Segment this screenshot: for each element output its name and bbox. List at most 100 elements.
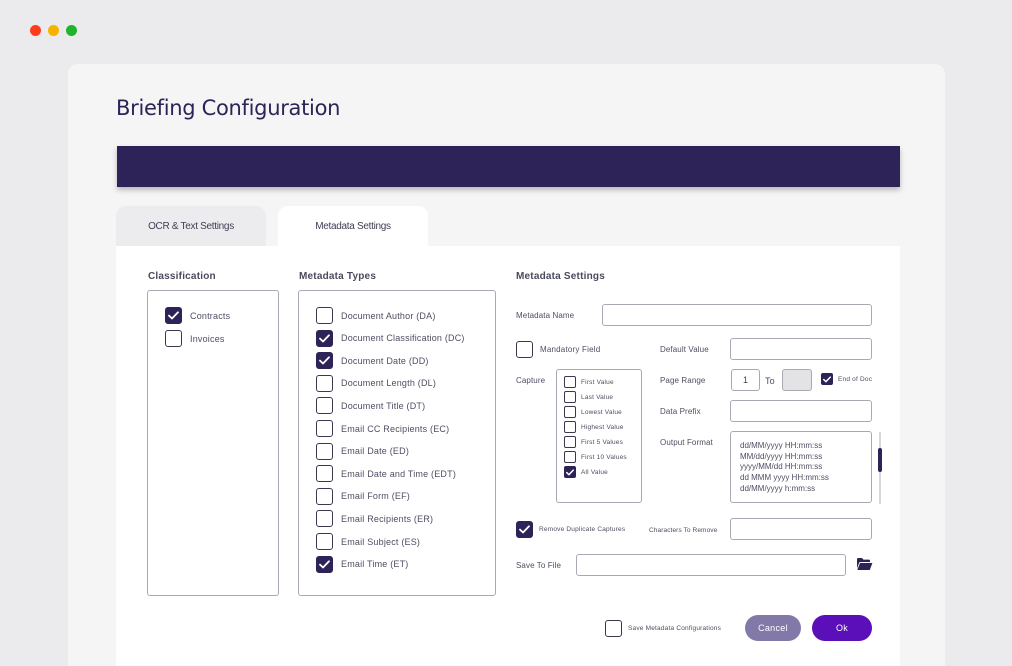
page-range-to-input[interactable] — [782, 369, 812, 391]
ok-button[interactable]: Ok — [812, 615, 872, 641]
metadata-type-item[interactable]: Email CC Recipients (EC) — [316, 420, 449, 437]
metadata-type-item[interactable]: Document Title (DT) — [316, 397, 426, 415]
metadata-type-item[interactable]: Email Date and Time (EDT) — [316, 465, 456, 483]
data-prefix-label: Data Prefix — [660, 407, 701, 416]
checkbox[interactable] — [564, 391, 576, 403]
metadata-type-item[interactable]: Document Length (DL) — [316, 374, 437, 392]
checkbox[interactable] — [564, 406, 576, 418]
tab-ocr-text-settings[interactable]: OCR & Text Settings — [116, 206, 266, 246]
default-value-label: Default Value — [660, 345, 709, 354]
remove-duplicates-checkbox-box[interactable] — [516, 521, 533, 538]
capture-option-item[interactable]: First 10 Values — [564, 451, 627, 463]
metadata-type-label: Email Date (ED) — [341, 446, 410, 457]
checkbox[interactable] — [316, 533, 333, 550]
metadata-name-label: Metadata Name — [516, 311, 575, 320]
metadata-types-title: Metadata Types — [299, 271, 377, 282]
save-to-file-input[interactable] — [576, 554, 846, 576]
checkbox[interactable] — [316, 555, 333, 573]
capture-option-label: First 10 Values — [581, 453, 627, 461]
checkbox[interactable] — [564, 466, 576, 478]
output-format-option[interactable]: yyyy/MM/dd HH:mm:ss — [740, 462, 871, 473]
checkbox[interactable] — [316, 420, 333, 437]
checkbox[interactable] — [316, 374, 333, 392]
capture-option-label: First Value — [581, 378, 614, 386]
page-range-to-label: To — [765, 376, 775, 386]
tab-metadata-settings[interactable]: Metadata Settings — [278, 206, 428, 246]
metadata-type-item[interactable]: Document Author (DA) — [316, 307, 436, 324]
capture-option-item[interactable]: Last Value — [564, 391, 613, 403]
characters-to-remove-input[interactable] — [730, 518, 872, 540]
maximize-window-dot[interactable] — [66, 25, 77, 36]
checkbox[interactable] — [165, 330, 182, 347]
data-prefix-input[interactable] — [730, 400, 872, 422]
capture-option-label: All Value — [581, 468, 608, 476]
checkbox[interactable] — [564, 376, 576, 388]
metadata-type-label: Email CC Recipients (EC) — [341, 423, 450, 434]
classification-label: Contracts — [190, 310, 231, 321]
capture-option-label: Highest Value — [581, 423, 624, 431]
save-to-file-label: Save To File — [516, 561, 562, 570]
minimize-window-dot[interactable] — [48, 25, 59, 36]
metadata-type-label: Document Classification (DC) — [341, 333, 465, 344]
page-range-label: Page Range — [660, 376, 706, 385]
capture-option-label: Last Value — [581, 393, 614, 401]
metadata-type-label: Document Author (DA) — [341, 310, 436, 321]
mandatory-field-checkbox[interactable]: Mandatory Field — [516, 341, 600, 358]
checkbox[interactable] — [316, 397, 333, 415]
close-window-dot[interactable] — [30, 25, 41, 36]
metadata-type-label: Document Title (DT) — [341, 400, 426, 411]
end-of-doc-checkbox[interactable]: End of Doc — [821, 373, 872, 385]
capture-option-item[interactable]: First 5 Values — [564, 436, 623, 448]
metadata-type-item[interactable]: Email Time (ET) — [316, 555, 409, 573]
metadata-type-item[interactable]: Email Recipients (ER) — [316, 510, 433, 528]
checkbox[interactable] — [564, 436, 576, 448]
capture-option-item[interactable]: Lowest Value — [564, 406, 622, 418]
metadata-type-item[interactable]: Document Date (DD) — [316, 352, 429, 370]
output-format-option[interactable]: dd MMM yyyy HH:mm:ss — [740, 473, 871, 484]
metadata-type-label: Email Subject (ES) — [341, 536, 421, 547]
default-value-input[interactable] — [730, 338, 872, 360]
classification-label: Invoices — [190, 333, 225, 344]
save-metadata-config-label: Save Metadata Configurations — [628, 625, 722, 632]
capture-option-label: First 5 Values — [581, 438, 624, 446]
remove-duplicates-checkbox[interactable]: Remove Duplicate Captures — [516, 521, 625, 538]
output-format-option[interactable]: MM/dd/yyyy HH:mm:ss — [740, 452, 871, 463]
capture-option-item[interactable]: Highest Value — [564, 421, 624, 433]
page-range-from-input[interactable] — [731, 369, 760, 391]
metadata-type-item[interactable]: Email Date (ED) — [316, 442, 410, 460]
cancel-button[interactable]: Cancel — [745, 615, 801, 641]
save-metadata-config-checkbox[interactable]: Save Metadata Configurations — [605, 620, 721, 637]
characters-to-remove-label: Characters To Remove — [649, 527, 718, 534]
checkbox[interactable] — [564, 421, 576, 433]
checkbox[interactable] — [316, 307, 333, 324]
metadata-type-item[interactable]: Document Classification (DC) — [316, 329, 465, 347]
output-format-scroll-thumb[interactable] — [878, 448, 882, 472]
metadata-type-item[interactable]: Email Subject (ES) — [316, 533, 420, 550]
checkbox[interactable] — [316, 329, 333, 347]
folder-open-icon[interactable] — [856, 557, 873, 576]
classification-item[interactable]: Contracts — [165, 307, 230, 324]
checkbox[interactable] — [165, 307, 182, 324]
checkbox[interactable] — [316, 510, 333, 528]
mandatory-checkbox-box[interactable] — [516, 341, 533, 358]
save-config-checkbox-box[interactable] — [605, 620, 622, 637]
checkbox[interactable] — [316, 487, 333, 505]
output-format-list[interactable]: dd/MM/yyyy HH:mm:ss MM/dd/yyyy HH:mm:ss yy… — [730, 431, 872, 503]
metadata-type-label: Document Length (DL) — [341, 378, 437, 389]
classification-item[interactable]: Invoices — [165, 330, 225, 347]
capture-option-item[interactable]: All Value — [564, 466, 608, 478]
checkbox[interactable] — [316, 465, 333, 483]
checkbox[interactable] — [564, 451, 576, 463]
checkbox[interactable] — [316, 352, 333, 370]
end-of-doc-checkbox-box[interactable] — [821, 373, 833, 385]
metadata-type-label: Email Time (ET) — [341, 559, 409, 570]
metadata-type-item[interactable]: Email Form (EF) — [316, 487, 410, 505]
metadata-type-label: Email Form (EF) — [341, 491, 410, 502]
capture-option-item[interactable]: First Value — [564, 376, 614, 388]
metadata-settings-title: Metadata Settings — [516, 271, 605, 282]
output-format-label: Output Format — [660, 438, 713, 447]
output-format-option[interactable]: dd/MM/yyyy HH:mm:ss — [740, 441, 871, 452]
metadata-name-input[interactable] — [602, 304, 872, 326]
output-format-option[interactable]: dd/MM/yyyy h:mm:ss — [740, 484, 871, 495]
checkbox[interactable] — [316, 442, 333, 460]
